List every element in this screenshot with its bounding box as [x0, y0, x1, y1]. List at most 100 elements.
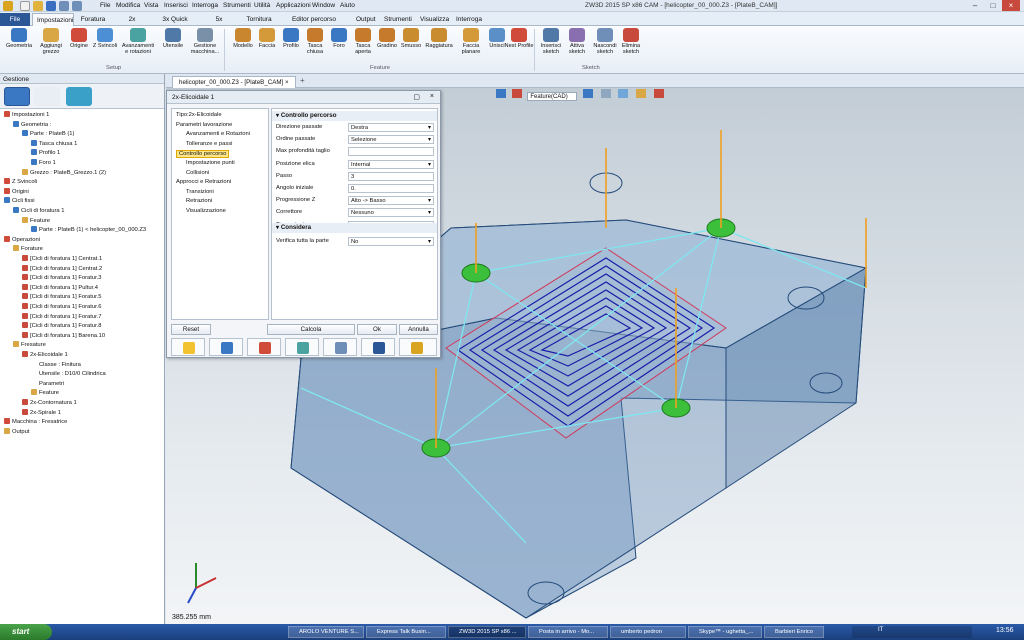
tree-item[interactable]: [Cicli di foratura 1] Foratur.3 [22, 274, 102, 284]
menu-aiuto[interactable]: Aiuto [340, 2, 355, 9]
property-dropdown[interactable]: Destra [348, 123, 434, 132]
library-icon[interactable] [66, 87, 92, 106]
cam-manager-icon[interactable] [4, 87, 30, 106]
tree-item[interactable]: Classe : Finitura [31, 360, 81, 371]
geometria-button[interactable]: Geometria [4, 28, 34, 49]
new-tab-icon[interactable]: + [300, 76, 305, 85]
document-tab[interactable]: helicopter_00_000.Z3 - [PlateB_CAM] × [172, 76, 296, 88]
attiva-sketch-button[interactable]: Attiva sketch [562, 28, 592, 55]
tree-item[interactable]: [Cicli di foratura 1] Centrat.2 [22, 264, 102, 275]
tree-item[interactable]: Macchina : Fresatrice [4, 418, 67, 428]
taskbar-item[interactable]: ZW3D 2015 SP x86 ... [448, 626, 526, 638]
dialog-tree-item[interactable]: Avanzamenti e Rotazioni [186, 131, 250, 137]
z-svincoli-button[interactable]: Z Svincoli [90, 28, 120, 49]
tree-item[interactable]: Grezzo : PlateB_Grezzo.1 (2) [22, 168, 106, 179]
tree-item[interactable]: Fresature [13, 341, 46, 351]
magnet-button[interactable] [247, 338, 281, 356]
tab-interroga[interactable]: Interroga [452, 13, 486, 26]
minimize-icon[interactable]: – [966, 0, 984, 11]
open-folder-icon[interactable] [33, 1, 43, 11]
tree-item[interactable]: 2x-Spirale 1 [22, 408, 61, 419]
tree-item[interactable]: Forature [13, 245, 43, 255]
gestione-macchina-button[interactable]: Gestione macchina... [188, 28, 222, 55]
tool-view-button[interactable] [323, 338, 357, 356]
tree-item[interactable]: Foro 1 [31, 159, 56, 169]
tree-item[interactable]: [Cicli di foratura 1] Foratur.7 [22, 312, 102, 323]
tree-item[interactable]: Impostazioni 1 [4, 111, 49, 121]
annulla-button[interactable]: Annulla [399, 324, 438, 335]
taskbar-item[interactable]: Posta in arrivo - Mo... [528, 626, 608, 638]
property-dropdown[interactable]: Selezione [348, 135, 434, 145]
tree-item[interactable]: [Cicli di foratura 1] Pultur.4 [22, 283, 98, 294]
property-input[interactable]: 0. [348, 184, 434, 193]
property-input[interactable] [348, 147, 434, 157]
taskbar-item[interactable]: Express Talk Busin... [366, 626, 446, 638]
tab-file[interactable]: File [0, 13, 30, 26]
menu-utilita[interactable]: Utilità [254, 2, 270, 9]
taskbar-item[interactable]: Barbieri Enrico [764, 626, 824, 638]
tree-item[interactable]: Feature [31, 389, 59, 399]
tab-3x-quick-mill[interactable]: 3x Quick Mill [154, 13, 196, 36]
tree-item[interactable]: Tasca chiusa 1 [31, 139, 77, 150]
tab-strumenti[interactable]: Strumenti [380, 13, 414, 26]
dialog-tree-item[interactable]: Controllo percorso [176, 150, 230, 159]
tree-item[interactable]: Operazioni [4, 235, 40, 246]
tree-item[interactable]: [Cicli di foratura 1] Foratur.8 [22, 322, 102, 332]
avanzamenti-button[interactable]: Avanzamenti e rotazioni [120, 28, 156, 55]
dialog-tree-item[interactable]: Visualizzazione [186, 208, 226, 214]
view-manager-icon[interactable] [34, 87, 60, 106]
maximize-icon[interactable]: □ [984, 0, 1002, 11]
tree-item[interactable]: Origini [4, 187, 29, 198]
menu-interroga[interactable]: Interroga [192, 2, 218, 9]
tree-item[interactable]: 2x-Contornatura 1 [22, 399, 77, 409]
menu-applicazioni[interactable]: Applicazioni [276, 2, 311, 9]
dialog-tree-item[interactable]: Tolleranze e passi [186, 141, 232, 147]
menu-inserisci[interactable]: Inserisci [164, 2, 188, 9]
menu-strumenti[interactable]: Strumenti [223, 2, 251, 9]
property-dropdown[interactable]: Alto -> Basso [348, 196, 434, 206]
property-dropdown[interactable]: No [348, 237, 434, 246]
section-considera[interactable]: ▾ Considera [272, 223, 437, 233]
tab-output[interactable]: Output [352, 13, 378, 26]
tree-item[interactable]: Utensile : D10/0 Cilindrica [31, 370, 106, 380]
aggiungi-grezzo-button[interactable]: Aggiungi grezzo [36, 28, 66, 55]
menu-file[interactable]: File [100, 2, 110, 9]
section-controllo-percorso[interactable]: ▾ Controllo percorso [272, 111, 437, 121]
simulate-button[interactable] [285, 338, 319, 356]
taskbar-item[interactable]: Skype™ - ughetta_... [688, 626, 762, 638]
dialog-close-icon[interactable]: × [430, 93, 434, 100]
property-dropdown[interactable]: Internal [348, 159, 434, 169]
tree-item[interactable]: Output [4, 427, 29, 438]
tree-item[interactable]: 2x-Elicoidale 1 [22, 351, 68, 361]
exit-button[interactable] [399, 338, 437, 356]
tree-item[interactable]: Z Svincoli [4, 178, 37, 188]
calcola-button[interactable]: Calcola [267, 324, 355, 335]
tree-item[interactable]: [Cicli di foratura 1] Barena.10 [22, 331, 105, 342]
tab-impostazioni[interactable]: Impostazioni [32, 13, 74, 26]
dialog-tree-item[interactable]: Parametri lavorazione [176, 122, 232, 128]
tab-editor-percorso[interactable]: Editor percorso utensile [278, 13, 350, 36]
tree-item[interactable]: Cicli fissi [4, 197, 35, 207]
pin-icon[interactable]: ▢ [413, 93, 420, 101]
new-file-icon[interactable] [20, 1, 30, 11]
save-button[interactable] [361, 338, 395, 356]
dialog-tree-item[interactable]: Approcci e Retrazioni [176, 179, 231, 185]
property-input[interactable]: 3 [348, 171, 434, 181]
tree-item[interactable]: Cicli di foratura 1 [13, 207, 65, 217]
elimina-sketch-button[interactable]: Elimina sketch [616, 28, 646, 55]
tab-tornitura[interactable]: Tornitura [242, 13, 276, 26]
close-icon[interactable]: × [1002, 0, 1020, 11]
raggiatura-button[interactable]: Raggiatura [422, 28, 456, 49]
tree-item[interactable]: [Cicli di foratura 1] Centrat.1 [22, 255, 102, 265]
tree-item[interactable]: Feature [22, 216, 50, 227]
taskbar-item[interactable]: umberto pedron [610, 626, 686, 638]
dialog-tree-item[interactable]: Tipo:2x-Elicoidale [176, 112, 222, 118]
tree-item[interactable]: [Cicli di foratura 1] Foratur.6 [22, 303, 102, 313]
tab-foratura[interactable]: Foratura [76, 13, 110, 26]
taskbar-item[interactable]: AROLO VENTURE S... [288, 626, 364, 638]
ok-button[interactable]: Ok [357, 324, 397, 335]
reset-button[interactable]: Reset [171, 324, 211, 335]
dialog-tree-item[interactable]: Transizioni [186, 189, 214, 195]
save-icon[interactable] [46, 1, 56, 11]
tab-visualizza[interactable]: Visualizza [416, 13, 450, 26]
